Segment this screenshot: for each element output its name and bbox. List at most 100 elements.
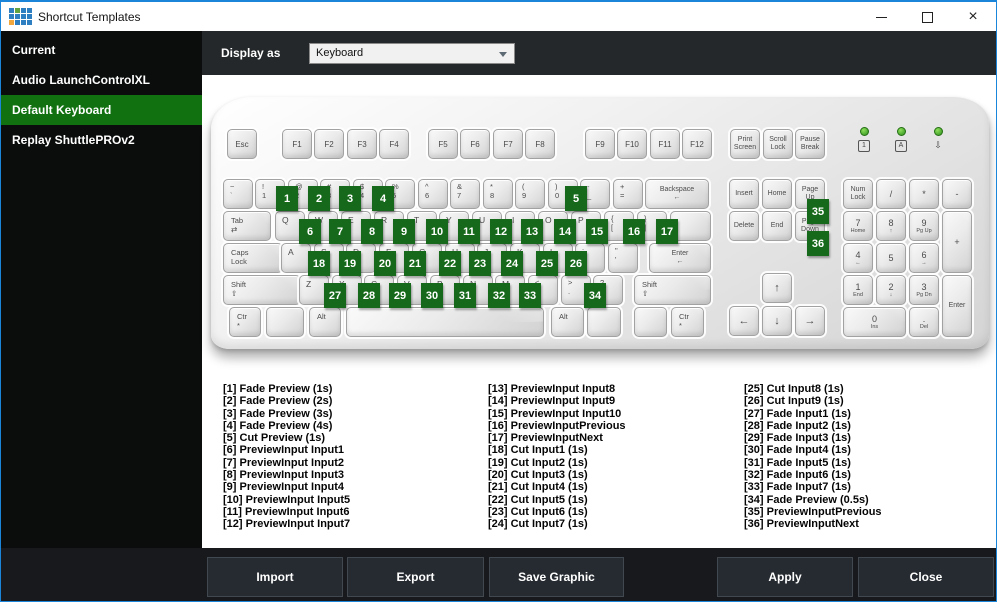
- key-label: End: [770, 221, 784, 229]
- shortcut-column-3: [25] Cut Input8 (1s) [26] Cut Input9 (1s)…: [744, 383, 882, 531]
- shortcut-list-item: [19] Cut Input2 (1s): [488, 456, 588, 469]
- sidebar-item-default-keyboard[interactable]: Default Keyboard: [1, 95, 202, 125]
- logo-square: [21, 20, 26, 25]
- key-sublabel: ': [615, 255, 617, 264]
- key-shift: Shift ⇧: [223, 275, 301, 305]
- shortcut-list-item: [33] Fade Input7 (1s): [744, 481, 851, 494]
- minimize-button[interactable]: [858, 2, 904, 32]
- shortcut-list-item: [18] Cut Input1 (1s): [488, 444, 588, 457]
- key-print: Print Screen: [730, 129, 760, 159]
- shortcut-number-badge: 4: [372, 186, 394, 211]
- key-sublabel: ←: [676, 258, 684, 265]
- key-f3: F3: [347, 129, 377, 159]
- key-label: F7: [503, 139, 513, 149]
- close-button[interactable]: ×: [950, 2, 996, 32]
- key-label: F5: [438, 139, 448, 149]
- key-label: ↓: [774, 315, 780, 327]
- logo-square: [15, 8, 20, 13]
- num-lock-led-icon: 1: [858, 140, 870, 152]
- display-as-select[interactable]: Keyboard: [309, 43, 515, 64]
- maximize-icon: [921, 11, 933, 23]
- key-label: I: [512, 215, 515, 225]
- key-sublabel: 9: [522, 191, 527, 200]
- key-blank: ^ 6: [418, 179, 448, 209]
- key-label: Num: [850, 185, 866, 193]
- led-light-icon: [859, 127, 869, 136]
- key-label: F3: [357, 139, 367, 149]
- shortcut-list-item: [7] PreviewInput Input2: [223, 456, 345, 469]
- key-blank: & 7: [450, 179, 480, 209]
- footer-button-apply[interactable]: Apply: [717, 557, 853, 597]
- key-ctr: Ctr *: [671, 307, 704, 337]
- key-label: Tab: [231, 216, 244, 225]
- key-sublabel: ⇄: [231, 225, 238, 234]
- logo-square: [9, 20, 14, 25]
- key-pause: Pause Break: [795, 129, 825, 159]
- key-sublabel: `: [230, 191, 233, 200]
- key-blank: . Del: [909, 307, 939, 337]
- key-label: Pause: [800, 135, 820, 143]
- key-label: Shift: [231, 280, 247, 289]
- key-blank: [266, 307, 304, 337]
- key-label: →: [804, 315, 816, 327]
- shortcut-list-item: [25] Cut Input8 (1s): [744, 383, 844, 395]
- key-alt: Alt: [309, 307, 341, 337]
- key-label: Scroll: [769, 135, 787, 143]
- footer-button-save-graphic[interactable]: Save Graphic: [489, 557, 624, 597]
- shortcut-list-item: [1] Fade Preview (1s): [223, 383, 333, 395]
- key-label: P: [578, 215, 584, 225]
- key-sublabel: Screen: [733, 144, 757, 151]
- footer-button-import[interactable]: Import: [207, 557, 343, 597]
- key-3: 3 Pg Dn: [909, 275, 939, 305]
- key-blank: [346, 307, 544, 337]
- key-label: Backspace: [659, 185, 695, 193]
- key-label: F12: [690, 139, 704, 149]
- key-blank: * 8: [483, 179, 513, 209]
- maximize-button[interactable]: [904, 2, 950, 32]
- key-f4: F4: [379, 129, 409, 159]
- shortcut-list-item: [12] PreviewInput Input7: [223, 518, 351, 531]
- key-blank: [587, 307, 621, 337]
- key-label: &: [457, 182, 463, 191]
- key-label: Q: [282, 215, 289, 225]
- key-blank: + =: [613, 179, 643, 209]
- shortcut-number-badge: 19: [339, 251, 361, 276]
- key-f2: F2: [314, 129, 344, 159]
- minimize-icon: [875, 16, 887, 18]
- close-icon: ×: [968, 8, 978, 25]
- key-label: Ctr: [237, 312, 247, 321]
- key-blank: ↓: [762, 306, 792, 336]
- key-label: -: [955, 189, 959, 199]
- shortcut-list-item: [5] Cut Preview (1s): [223, 432, 326, 445]
- key-f5: F5: [428, 129, 458, 159]
- shortcut-templates-window: Shortcut Templates × Current Audio Launch…: [0, 0, 997, 602]
- key-blank: +: [942, 211, 972, 273]
- scroll-lock-led-icon: ⇩: [934, 140, 942, 150]
- logo-square: [27, 20, 32, 25]
- footer-button-export[interactable]: Export: [347, 557, 484, 597]
- sidebar-item-current[interactable]: Current: [1, 35, 202, 65]
- sidebar-item-audio-launchcontrolxl[interactable]: Audio LaunchControlXL: [1, 65, 202, 95]
- shortcut-number-badge: 6: [299, 219, 321, 244]
- key-sublabel: Lock: [770, 144, 786, 151]
- shortcut-list-item: [4] Fade Preview (4s): [223, 419, 333, 432]
- window-controls: ×: [858, 2, 996, 32]
- shortcut-list-item: [28] Fade Input2 (1s): [744, 419, 851, 432]
- key-sublabel: =: [620, 191, 625, 200]
- key-2: 2 ↓: [876, 275, 906, 305]
- sidebar-item-replay-shuttleprov2[interactable]: Replay ShuttlePROv2: [1, 125, 202, 155]
- caps-lock-led: A: [892, 127, 910, 152]
- key-label: 6: [921, 249, 927, 260]
- key-label: F2: [324, 139, 334, 149]
- key-label: ": [615, 246, 618, 255]
- key-label: ^: [425, 182, 429, 191]
- shortcut-number-badge: 18: [308, 251, 330, 276]
- key-f6: F6: [460, 129, 490, 159]
- key-sublabel: Lock: [850, 194, 866, 201]
- shortcut-list-item: [29] Fade Input3 (1s): [744, 432, 851, 445]
- shortcut-list-item: [26] Cut Input9 (1s): [744, 395, 844, 408]
- shortcut-number-badge: 3: [339, 186, 361, 211]
- key-label: ~: [230, 182, 235, 191]
- shortcut-column-1: [1] Fade Preview (1s) [2] Fade Preview (2…: [223, 383, 350, 531]
- footer-button-close[interactable]: Close: [858, 557, 994, 597]
